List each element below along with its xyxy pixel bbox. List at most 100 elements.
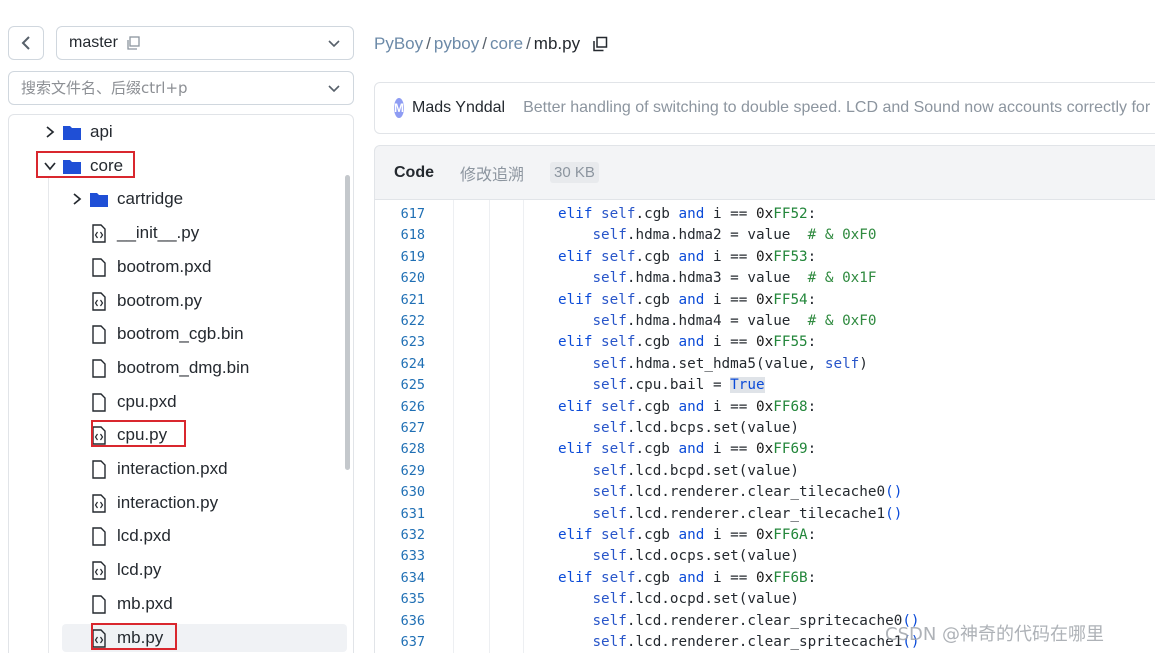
chevron-left-icon	[21, 36, 30, 50]
chevron-down-icon[interactable]	[43, 160, 57, 172]
tab-blame[interactable]: 修改追溯	[460, 161, 524, 185]
tree-item-icon	[88, 323, 110, 345]
tree-item-icon	[88, 559, 110, 581]
code-text: elif self.cgb and i == 0xFF69:	[558, 441, 817, 458]
breadcrumb-link-pyboy[interactable]: pyboy	[434, 34, 479, 54]
tab-code[interactable]: Code	[394, 164, 434, 182]
line-number[interactable]: 621	[375, 290, 425, 311]
tree-item[interactable]: interaction.pxd	[66, 455, 228, 483]
tree-item-label: lcd.pxd	[117, 526, 171, 545]
tree-item[interactable]: bootrom_cgb.bin	[66, 320, 244, 348]
tree-item[interactable]: cpu.pxd	[66, 388, 177, 416]
line-number[interactable]: 635	[375, 589, 425, 610]
file-icon	[92, 392, 106, 412]
code-line: 618 self.hdma.hdma2 = value # & 0xF0	[375, 225, 1155, 246]
file-icon	[92, 324, 106, 344]
line-number[interactable]: 632	[375, 525, 425, 546]
code-text: self.lcd.renderer.clear_tilecache0()	[592, 484, 903, 501]
code-file-icon	[92, 223, 106, 243]
back-button[interactable]	[8, 26, 44, 60]
tree-item[interactable]: bootrom.py	[66, 287, 202, 315]
tree-item[interactable]: api	[39, 118, 113, 146]
line-number[interactable]: 634	[375, 568, 425, 589]
line-number[interactable]: 631	[375, 504, 425, 525]
tree-item[interactable]: bootrom.pxd	[66, 253, 212, 281]
line-number[interactable]: 620	[375, 268, 425, 289]
line-number[interactable]: 617	[375, 204, 425, 225]
tree-scrollbar[interactable]	[345, 175, 350, 470]
line-number[interactable]: 619	[375, 247, 425, 268]
code-text: self.lcd.bcpd.set(value)	[592, 462, 800, 479]
tree-item-icon	[88, 458, 110, 480]
branch-name: master	[69, 34, 118, 51]
line-number[interactable]: 637	[375, 632, 425, 653]
tree-item-icon	[88, 290, 110, 312]
breadcrumb-link-core[interactable]: core	[490, 34, 523, 54]
code-line: 630 self.lcd.renderer.clear_tilecache0()	[375, 482, 1155, 503]
chevron-down-icon	[328, 40, 340, 48]
line-number[interactable]: 630	[375, 482, 425, 503]
tree-item[interactable]: bootrom_dmg.bin	[66, 354, 249, 382]
file-search[interactable]	[8, 71, 354, 105]
code-line: 631 self.lcd.renderer.clear_tilecache1()	[375, 504, 1155, 525]
avatar[interactable]: M	[394, 98, 404, 118]
folder-icon	[63, 159, 81, 174]
tree-item[interactable]: mb.pxd	[66, 590, 173, 618]
tree-item[interactable]: cartridge	[66, 185, 183, 213]
tree-item-label: bootrom_dmg.bin	[117, 358, 250, 377]
tree-item-label: cpu.pxd	[117, 392, 177, 411]
code-line: 629 self.lcd.bcpd.set(value)	[375, 461, 1155, 482]
branch-selector[interactable]: master	[56, 26, 354, 60]
tree-item-label: interaction.pxd	[117, 459, 228, 478]
line-number[interactable]: 629	[375, 461, 425, 482]
line-number[interactable]: 623	[375, 332, 425, 353]
line-number[interactable]: 636	[375, 611, 425, 632]
code-text: self.lcd.renderer.clear_spritecache0()	[592, 612, 920, 629]
commit-author[interactable]: Mads Ynddal	[412, 99, 505, 117]
code-text: elif self.cgb and i == 0xFF6A:	[558, 527, 817, 543]
line-number[interactable]: 625	[375, 375, 425, 396]
code-text: elif self.cgb and i == 0xFF52:	[558, 206, 817, 222]
line-number[interactable]: 622	[375, 311, 425, 332]
code-text: elif self.cgb and i == 0xFF54:	[558, 291, 817, 308]
tree-item[interactable]: mb.py	[62, 624, 347, 652]
tree-item-icon	[88, 222, 110, 244]
copy-path-button[interactable]	[592, 36, 608, 52]
code-text: self.lcd.ocpd.set(value)	[592, 591, 800, 608]
code-viewer: 617 elif self.cgb and i == 0xFF52: 618 sel…	[374, 200, 1155, 653]
file-search-input[interactable]	[21, 79, 311, 97]
commit-message[interactable]: Better handling of switching to double s…	[523, 99, 1155, 117]
code-file-icon	[92, 291, 106, 311]
chevron-right-icon[interactable]	[44, 125, 56, 139]
breadcrumb-current-file: mb.py	[533, 34, 581, 53]
tree-item[interactable]: __init__.py	[66, 219, 199, 247]
watermark: CSDN @神奇的代码在哪里	[885, 624, 1105, 645]
tree-item[interactable]: lcd.py	[66, 556, 161, 584]
tree-item[interactable]: core	[39, 152, 123, 180]
chevron-down-icon[interactable]	[327, 81, 341, 95]
chevron-right-icon[interactable]	[71, 192, 83, 206]
file-tree: api core cartridge __init__.py bootrom.pxd bo…	[8, 114, 354, 653]
tree-item[interactable]: cpu.py	[66, 421, 167, 449]
breadcrumb-link-repo[interactable]: PyBoy	[374, 34, 423, 54]
code-file-icon	[92, 560, 106, 580]
line-number[interactable]: 618	[375, 225, 425, 246]
breadcrumb: PyBoy / pyboy / core / mb.py	[374, 34, 608, 54]
latest-commit-bar: M Mads Ynddal Better handling of switchi…	[374, 82, 1155, 134]
line-number[interactable]: 626	[375, 397, 425, 418]
line-number[interactable]: 624	[375, 354, 425, 375]
line-number[interactable]: 627	[375, 418, 425, 439]
tree-item[interactable]: lcd.pxd	[66, 522, 171, 550]
code-line: 635 self.lcd.ocpd.set(value)	[375, 589, 1155, 610]
line-number[interactable]: 633	[375, 546, 425, 567]
code-line: 617 elif self.cgb and i == 0xFF52:	[375, 204, 1155, 225]
tree-item-icon	[88, 525, 110, 547]
tree-item-icon	[88, 188, 110, 210]
code-text: self.hdma.hdma4 = value # & 0xF0	[592, 313, 877, 329]
tree-item[interactable]: interaction.py	[66, 489, 218, 517]
copy-icon[interactable]	[126, 36, 140, 50]
tree-item-icon	[88, 391, 110, 413]
code-line: 626 elif self.cgb and i == 0xFF68:	[375, 397, 1155, 418]
line-number[interactable]: 628	[375, 439, 425, 460]
code-line: 632 elif self.cgb and i == 0xFF6A:	[375, 525, 1155, 546]
